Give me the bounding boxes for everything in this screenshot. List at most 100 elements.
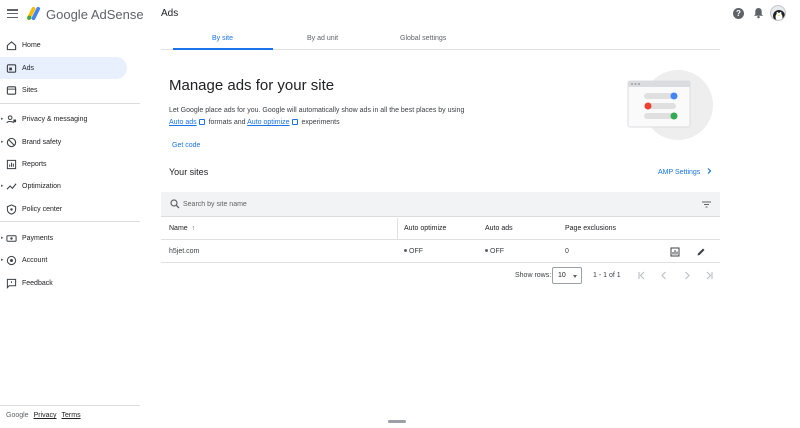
optimization-icon [6,182,17,190]
search-icon [170,199,180,209]
home-icon [6,40,17,50]
sidebar-divider [0,405,140,406]
sidebar-item-label: Ads [22,64,35,72]
section-headline: Manage ads for your site [169,77,335,94]
auto-optimize-cell: OFF [404,248,423,255]
sidebar-item-payments[interactable]: ▸ Payments [0,227,127,249]
avatar[interactable] [770,5,786,21]
sidebar-item-label: Privacy & messaging [22,115,88,123]
tab-bar: By site By ad unit Global settings [161,30,720,50]
expand-caret-icon: ▸ [1,183,4,189]
column-divider [397,218,398,240]
active-tab-indicator [173,48,273,50]
dropdown-arrow-icon [573,275,577,278]
bell-icon[interactable] [753,7,764,19]
help-icon[interactable]: ? [733,8,744,19]
bottom-handle[interactable] [388,420,406,423]
tab-global-settings[interactable]: Global settings [400,35,446,42]
header-label: Name [169,225,188,232]
desc-text: Let Google place ads for you. Google wil… [169,107,465,114]
sidebar-item-home[interactable]: Home [0,34,127,56]
your-sites-heading: Your sites [169,167,209,177]
account-icon [6,255,17,265]
rows-per-page-select[interactable]: 10 [552,267,582,284]
reports-icon [6,159,17,169]
status-dot-icon [485,249,488,252]
get-code-button[interactable]: Get code [172,142,200,149]
amp-settings-label: AMP Settings [658,169,701,176]
sidebar-item-reports[interactable]: Reports [0,153,127,175]
desc-text: experiments [301,119,340,126]
chevron-right-icon [707,168,712,174]
next-page-icon[interactable] [682,270,692,281]
sidebar-item-label: Brand safety [22,138,62,146]
sidebar-item-account[interactable]: ▸ Account [0,249,127,271]
sidebar-item-label: Reports [22,160,47,168]
sidebar-item-label: Sites [22,86,38,94]
menu-icon[interactable] [7,9,18,19]
sidebar-divider [0,103,140,104]
sidebar-item-policy-center[interactable]: Policy center [0,198,127,220]
sidebar-item-optimization[interactable]: ▸ Optimization [0,175,127,197]
auto-ads-cell: OFF [485,248,504,255]
sidebar-footer: Google Privacy Terms [6,412,81,419]
external-link-icon [291,119,298,125]
page-range: 1 - 1 of 1 [593,272,621,279]
show-rows-label: Show rows: [515,272,552,279]
footer-google: Google [6,412,29,419]
report-icon[interactable] [670,247,680,257]
sidebar-item-brand-safety[interactable]: ▸ Brand safety [0,131,127,153]
intro-description: Let Google place ads for you. Google wil… [169,105,509,129]
expand-caret-icon: ▸ [1,139,4,145]
column-header-page-exclusions: Page exclusions [565,225,616,232]
auto-ads-status: OFF [490,248,504,255]
rows-per-page-value: 10 [558,272,566,279]
column-header-auto-ads: Auto ads [485,225,513,232]
sidebar-item-label: Payments [22,234,54,242]
top-app-bar: Google AdSense Ads ? [0,0,800,28]
policy-icon [6,203,17,215]
edit-pencil-icon[interactable] [696,247,706,257]
sidebar-item-label: Account [22,256,48,264]
auto-optimize-link[interactable]: Auto optimize [247,119,289,126]
sidebar-item-feedback[interactable]: Feedback [0,272,127,294]
sidebar-item-label: Optimization [22,182,61,190]
brand-safety-icon [6,137,17,147]
expand-caret-icon: ▸ [1,257,4,263]
sidebar-item-sites[interactable]: Sites [0,79,127,101]
footer-terms-link[interactable]: Terms [62,412,81,419]
footer-privacy-link[interactable]: Privacy [34,412,57,419]
sites-table-header: Name ↑ Auto optimize Auto ads Page exclu… [161,218,720,240]
sidebar-item-privacy-messaging[interactable]: ▸ Privacy & messaging [0,108,127,130]
previous-page-icon[interactable] [659,270,669,281]
last-page-icon[interactable] [704,270,714,281]
tab-by-site[interactable]: By site [212,35,233,42]
feedback-icon [6,278,17,289]
expand-caret-icon: ▸ [1,116,4,122]
brand-name[interactable]: Google AdSense [46,7,144,22]
auto-ads-link[interactable]: Auto ads [169,119,197,126]
filter-icon[interactable] [702,201,711,208]
sidebar-item-label: Policy center [22,205,63,213]
adsense-logo-icon [26,6,41,21]
desc-text: formats and [208,119,246,126]
sidebar-divider [0,221,140,222]
site-search-input[interactable] [183,197,483,212]
table-row[interactable]: h5jet.com OFF OFF 0 [161,241,720,263]
tab-by-ad-unit[interactable]: By ad unit [307,35,338,42]
payments-icon [6,234,17,242]
sites-icon [6,85,17,95]
sidebar-item-ads[interactable]: Ads [0,57,127,79]
expand-caret-icon: ▸ [1,235,4,241]
ads-icon [6,63,17,73]
site-name-cell[interactable]: h5jet.com [169,248,199,255]
status-dot-icon [404,249,407,252]
sidebar-item-label: Home [22,41,41,49]
column-header-name[interactable]: Name ↑ [169,225,195,232]
sidebar-item-label: Feedback [22,279,53,287]
sort-arrow-up-icon: ↑ [191,225,196,232]
amp-settings-link[interactable]: AMP Settings [658,167,713,176]
column-header-auto-optimize: Auto optimize [404,225,447,232]
first-page-icon[interactable] [637,270,647,281]
site-search-bar [161,192,720,217]
